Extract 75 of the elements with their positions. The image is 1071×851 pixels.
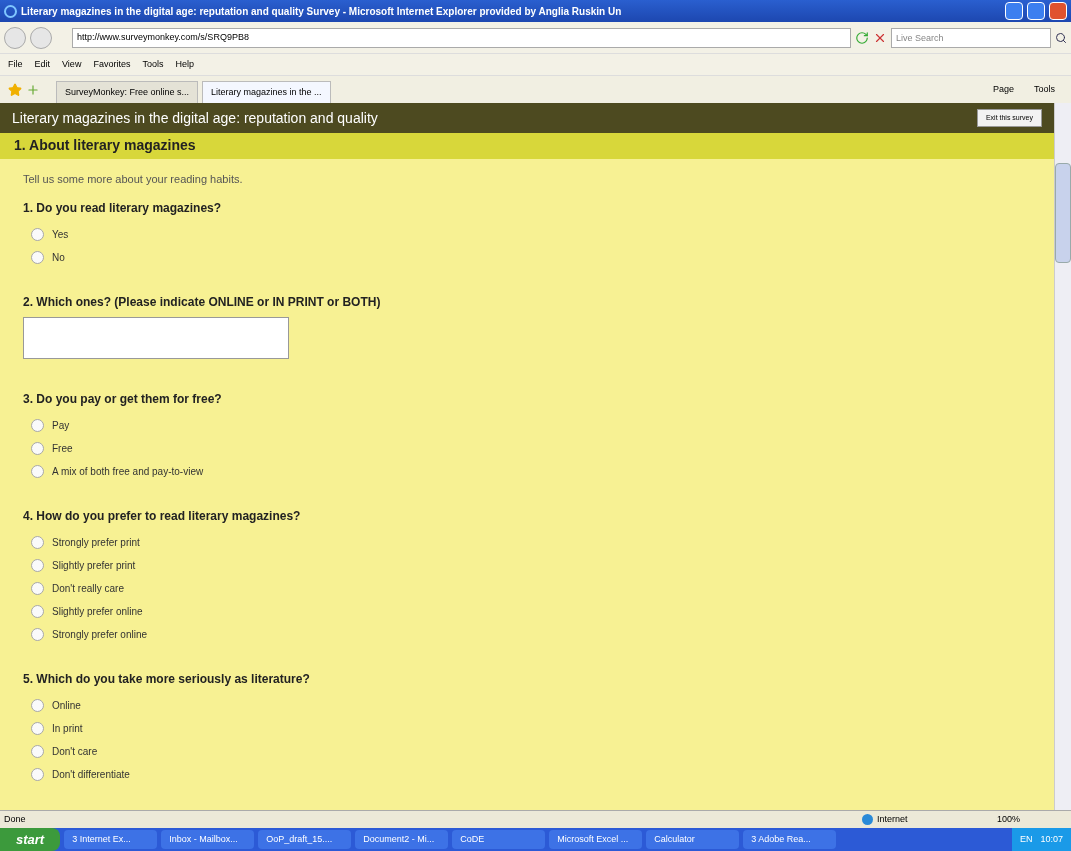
option-label: Strongly prefer online xyxy=(52,628,148,642)
address-field[interactable]: http://www.surveymonkey.com/s/SRQ9PB8 xyxy=(72,27,851,48)
option-label: Don't differentiate xyxy=(52,768,130,782)
option-label: Don't care xyxy=(52,745,98,759)
taskbar-button[interactable]: 3 Internet Ex... xyxy=(64,830,158,849)
menu-item[interactable]: Help xyxy=(175,57,194,72)
radio-button[interactable] xyxy=(31,559,44,572)
option-label: Slightly prefer online xyxy=(52,605,143,619)
option-label: No xyxy=(52,251,65,265)
taskbar-button[interactable]: Document2 - Mi... xyxy=(355,830,449,849)
close-button[interactable] xyxy=(1049,2,1067,20)
taskbar-button[interactable]: OoP_draft_15.... xyxy=(258,830,352,849)
radio-button[interactable] xyxy=(31,228,44,241)
back-button[interactable] xyxy=(4,26,26,49)
refresh-icon[interactable] xyxy=(855,30,869,45)
search-field[interactable]: Live Search xyxy=(891,27,1051,48)
radio-button[interactable] xyxy=(31,768,44,781)
option-label: Don't really care xyxy=(52,582,124,596)
option-label: A mix of both free and pay-to-view xyxy=(52,465,204,479)
radio-button[interactable] xyxy=(31,722,44,735)
question-text: 3. Do you pay or get them for free? xyxy=(23,391,223,408)
plus-icon[interactable] xyxy=(26,82,40,97)
option-label: In print xyxy=(52,722,83,736)
zone-text: Internet xyxy=(877,812,909,826)
survey-title: Literary magazines in the digital age: reputation and quality xyxy=(12,108,378,128)
menu-item[interactable]: Edit xyxy=(34,57,51,72)
window-title: Literary magazines in the digital age: reputation and quality Survey - Microsoft Internet Explorer provided by Anglia Ruskin Un xyxy=(21,4,623,19)
radio-button[interactable] xyxy=(31,699,44,712)
scroll-thumb[interactable] xyxy=(1055,163,1071,263)
restore-button[interactable] xyxy=(1027,2,1045,20)
section-title: 1. About literary magazines xyxy=(14,136,196,156)
taskbar-button[interactable]: Inbox - Mailbox... xyxy=(161,830,255,849)
menu-item[interactable]: View xyxy=(62,57,82,72)
menu-item[interactable]: Favorites xyxy=(93,57,131,72)
browser-tab[interactable]: Literary magazines in the ... xyxy=(202,81,331,103)
question-text: 4. How do you prefer to read literary magazines? xyxy=(23,508,302,525)
radio-button[interactable] xyxy=(31,628,44,641)
radio-button[interactable] xyxy=(31,605,44,618)
option-label: Online xyxy=(52,699,81,713)
option-label: Slightly prefer print xyxy=(52,559,136,573)
start-button[interactable]: start xyxy=(0,828,61,851)
question-text: 1. Do you read literary magazines? xyxy=(23,200,223,217)
status-text: Done xyxy=(4,812,27,826)
taskbar-button[interactable]: CoDE xyxy=(452,830,546,849)
forward-button[interactable] xyxy=(30,26,52,49)
radio-button[interactable] xyxy=(31,442,44,455)
radio-button[interactable] xyxy=(31,745,44,758)
taskbar-button[interactable]: Microsoft Excel ... xyxy=(549,830,643,849)
menu-item[interactable]: File xyxy=(8,57,23,72)
radio-button[interactable] xyxy=(31,465,44,478)
command-button[interactable]: Page xyxy=(992,82,1014,97)
star-icon[interactable] xyxy=(8,82,22,97)
option-label: Pay xyxy=(52,419,70,433)
search-icon[interactable] xyxy=(1055,31,1067,44)
radio-button[interactable] xyxy=(31,251,44,264)
browser-tab[interactable]: SurveyMonkey: Free online s... xyxy=(56,81,199,103)
option-label: Yes xyxy=(52,228,69,242)
taskbar-button[interactable]: 3 Adobe Rea... xyxy=(743,830,837,849)
question-text: 5. Which do you take more seriously as literature? xyxy=(23,671,311,688)
question-text: 2. Which ones? (Please indicate ONLINE or IN PRINT or BOTH) xyxy=(23,294,382,311)
option-label: Free xyxy=(52,442,73,456)
minimize-button[interactable] xyxy=(1005,2,1023,20)
option-label: Strongly prefer print xyxy=(52,536,140,550)
clock: 10:07 xyxy=(1040,832,1063,846)
scrollbar[interactable] xyxy=(1054,103,1071,810)
intro-text: Tell us some more about your reading habits. xyxy=(23,171,244,187)
taskbar-button[interactable]: Calculator xyxy=(646,830,740,849)
zoom-control[interactable]: 100% xyxy=(997,812,1067,827)
command-button[interactable]: Tools xyxy=(1034,82,1055,97)
menu-item[interactable]: Tools xyxy=(142,57,164,72)
radio-button[interactable] xyxy=(31,582,44,595)
globe-icon xyxy=(862,814,873,825)
answer-box[interactable] xyxy=(23,317,289,359)
radio-button[interactable] xyxy=(31,536,44,549)
radio-button[interactable] xyxy=(31,419,44,432)
